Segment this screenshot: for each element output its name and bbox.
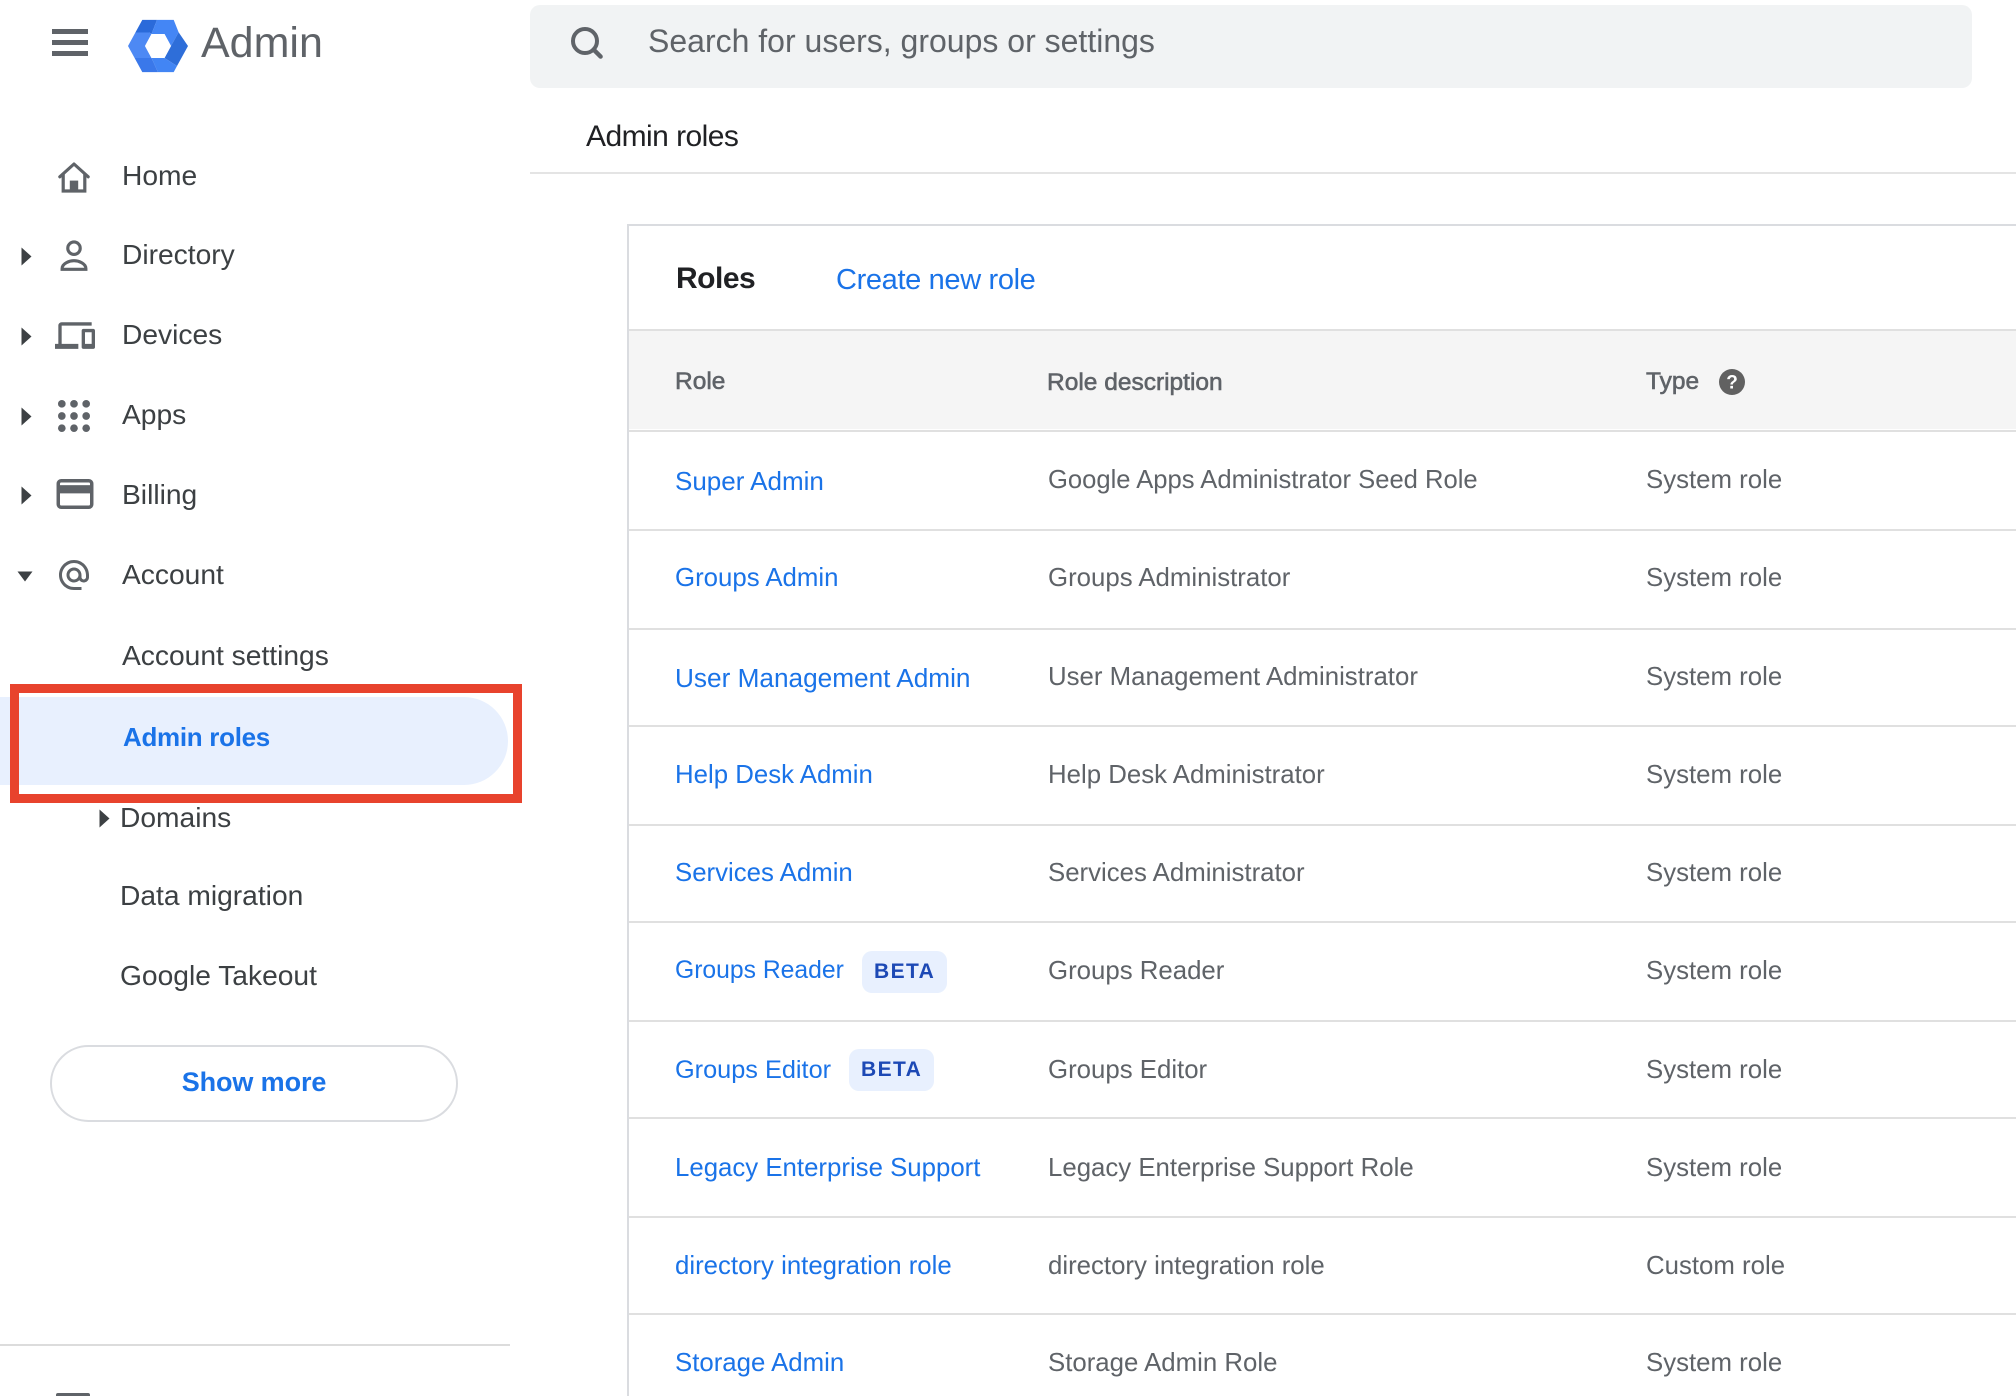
svg-text:?: ?	[1726, 373, 1738, 394]
